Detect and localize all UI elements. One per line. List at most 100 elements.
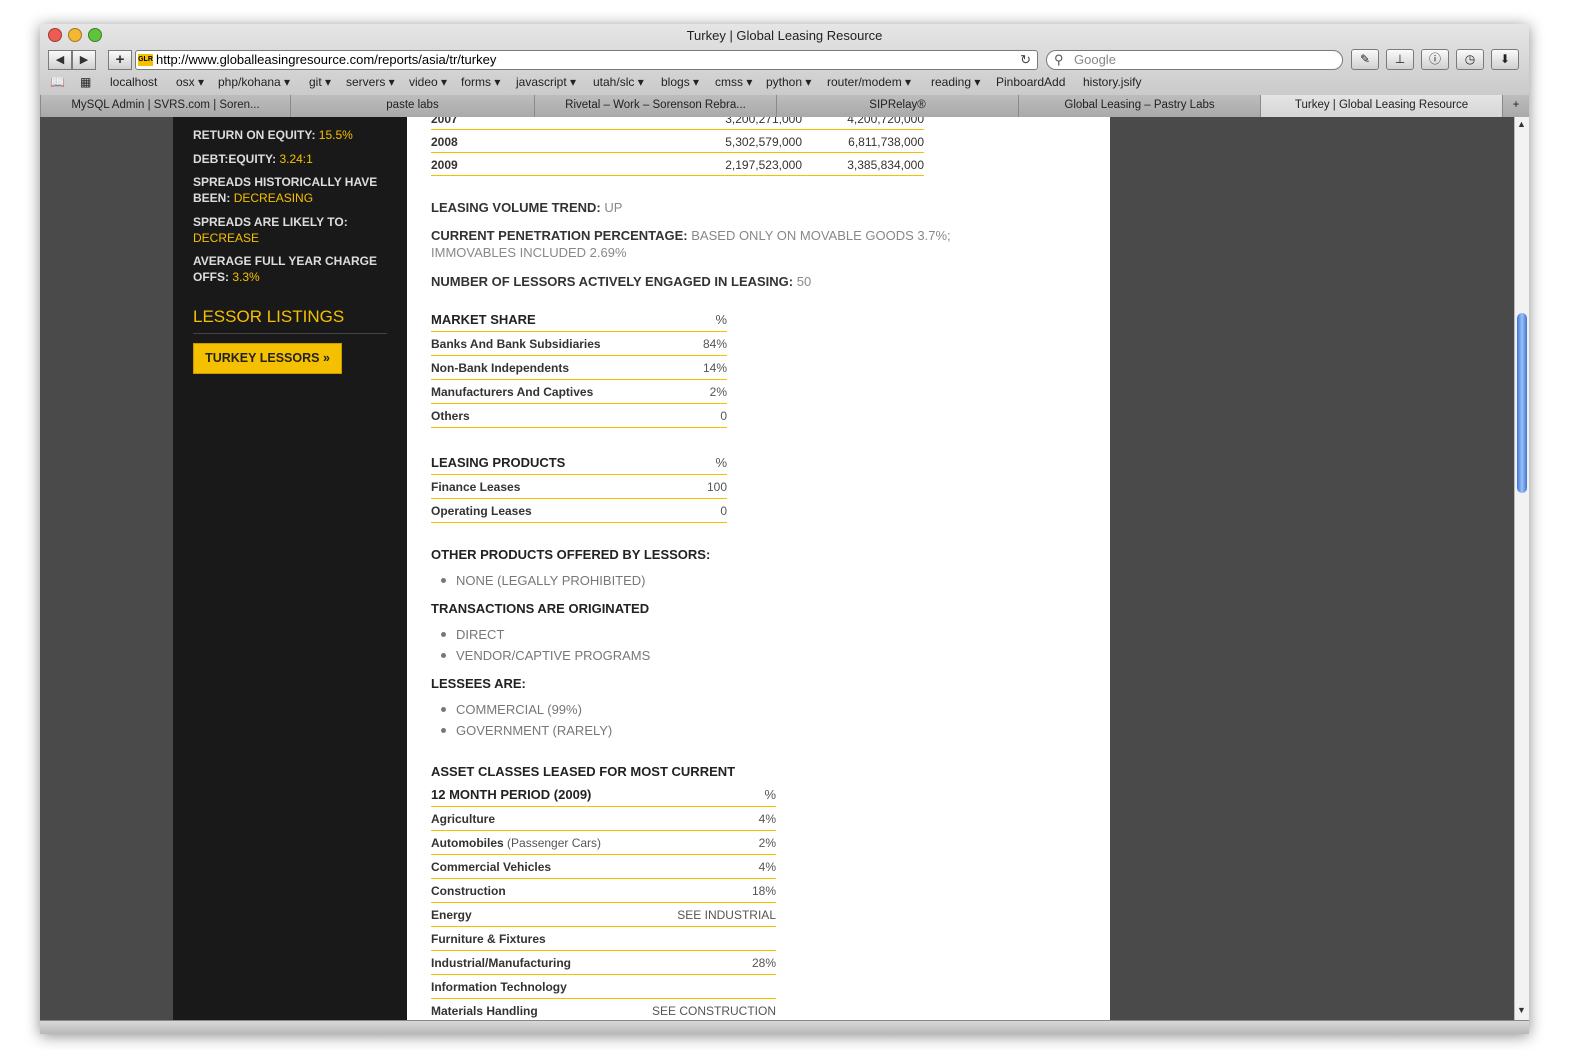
row-label: Materials Handling <box>431 1004 538 1018</box>
table-row: Construction 18% <box>431 879 776 903</box>
list-item-text: NONE (LEGALLY PROHIBITED) <box>456 573 646 588</box>
scroll-down-icon[interactable]: ▼ <box>1517 1005 1526 1015</box>
vertical-scrollbar[interactable]: ▲ ▼ <box>1514 117 1529 1020</box>
row-value: 4% <box>758 812 776 826</box>
url-text[interactable]: http://www.globalleasingresource.com/rep… <box>156 51 496 69</box>
url-input[interactable]: GLR http://www.globalleasingresource.com… <box>135 50 1038 70</box>
browser-chrome: Turkey | Global Leasing Resource ◀ ▶ + G… <box>40 24 1529 117</box>
volume-value-b: 4,200,720,000 <box>847 117 924 126</box>
penetration-label: CURRENT PENETRATION PERCENTAGE: <box>431 228 688 243</box>
clock-icon: ◷ <box>1464 52 1476 66</box>
add-bookmark-button[interactable]: + <box>108 50 132 70</box>
downloads-button[interactable]: ⬇ <box>1491 49 1519 70</box>
main-content: 2007 3,200,271,000 4,200,720,000 2008 5,… <box>407 117 1110 1020</box>
volume-year: 2009 <box>431 158 458 172</box>
bookmark-item[interactable]: localhost <box>110 75 157 89</box>
window-title: Turkey | Global Leasing Resource <box>686 28 883 43</box>
tab-rivetal[interactable]: Rivetal – Work – Sorenson Rebra... <box>534 95 776 117</box>
charge-offs-label: AVERAGE FULL YEAR CHARGE OFFS: <box>193 254 378 284</box>
bookmark-item[interactable]: PinboardAdd <box>996 75 1065 89</box>
bookmark-item[interactable]: utah/slc ▾ <box>593 75 644 89</box>
row-label: Others <box>431 409 470 423</box>
row-value: SEE INDUSTRIAL <box>677 908 776 922</box>
lessors-count: NUMBER OF LESSORS ACTIVELY ENGAGED IN LE… <box>431 273 1051 290</box>
download-icon: ⬇ <box>1499 52 1511 66</box>
tab-turkey[interactable]: Turkey | Global Leasing Resource <box>1260 95 1502 117</box>
spreads-likely-value: DECREASE <box>193 231 260 245</box>
bookmark-item[interactable]: reading ▾ <box>931 75 980 89</box>
bookmark-item[interactable]: router/modem ▾ <box>827 75 911 89</box>
history-button[interactable]: ◷ <box>1456 49 1484 70</box>
edit-tools-button[interactable]: ✎ <box>1351 49 1379 70</box>
volume-value-b: 6,811,738,000 <box>848 135 924 149</box>
bookmark-item[interactable]: history.jsify <box>1083 75 1141 89</box>
table-row: Manufacturers And Captives 2% <box>431 380 727 404</box>
volume-year: 2007 <box>431 117 458 126</box>
forward-button[interactable]: ▶ <box>72 50 96 70</box>
bookmark-item[interactable]: cmss ▾ <box>715 75 752 89</box>
asset-classes-pct: % <box>764 787 776 802</box>
turkey-lessors-button[interactable]: TURKEY LESSORS » <box>193 343 342 374</box>
table-row: Information Technology <box>431 975 776 999</box>
scroll-thumb[interactable] <box>1517 313 1527 493</box>
back-button[interactable]: ◀ <box>48 50 72 70</box>
trend-value: UP <box>604 200 623 215</box>
bookmark-item[interactable]: osx ▾ <box>176 75 204 89</box>
bookmark-item[interactable]: python ▾ <box>766 75 811 89</box>
volume-value-a: 3,200,271,000 <box>725 117 802 126</box>
row-value: 28% <box>751 956 776 970</box>
tab-siprelay[interactable]: SIPRelay® <box>776 95 1018 117</box>
spreads-hist-value: DECREASING <box>233 191 314 205</box>
bookmark-item[interactable]: javascript ▾ <box>516 75 576 89</box>
browser-window: Turkey | Global Leasing Resource ◀ ▶ + G… <box>40 24 1529 1034</box>
tab-paste-labs[interactable]: paste labs <box>290 95 534 117</box>
bookmark-item[interactable]: php/kohana ▾ <box>218 75 290 89</box>
leasing-volume-trend: LEASING VOLUME TREND: UP <box>431 199 1051 216</box>
charge-offs-value: 3.3% <box>232 270 260 284</box>
table-row: Materials Handling SEE CONSTRUCTION <box>431 999 776 1020</box>
tab-mysql-admin[interactable]: MySQL Admin | SVRS.com | Soren... <box>40 95 290 117</box>
volume-value-b: 3,385,834,000 <box>847 158 924 172</box>
row-label: Industrial/Manufacturing <box>431 956 572 970</box>
table-row: Operating Leases 0 <box>431 499 727 523</box>
volume-value-a: 5,302,579,000 <box>725 135 802 149</box>
penetration-percentage: CURRENT PENETRATION PERCENTAGE: BASED ON… <box>431 227 991 261</box>
top-sites-icon[interactable]: ▦ <box>80 75 91 89</box>
spreads-likely-label: SPREADS ARE LIKELY TO: <box>193 215 348 229</box>
row-value: 2% <box>758 836 776 850</box>
other-products-heading: OTHER PRODUCTS OFFERED BY LESSORS: <box>431 547 711 562</box>
info-button[interactable]: ⓘ <box>1421 49 1449 70</box>
volume-row: 2007 3,200,271,000 4,200,720,000 <box>431 117 924 130</box>
row-label: Operating Leases <box>431 504 532 518</box>
bookmark-item[interactable]: video ▾ <box>409 75 447 89</box>
reading-list-icon[interactable]: 📖 <box>50 75 65 89</box>
lessors-label: NUMBER OF LESSORS ACTIVELY ENGAGED IN LE… <box>431 274 794 289</box>
search-input[interactable]: ⚲ Google <box>1046 50 1343 70</box>
table-row: Furniture & Fixtures <box>431 927 776 951</box>
row-value: 84% <box>702 337 727 351</box>
tab-global-leasing[interactable]: Global Leasing – Pastry Labs <box>1018 95 1260 117</box>
tab-bar: MySQL Admin | SVRS.com | Soren... paste … <box>40 95 1529 117</box>
reload-icon[interactable]: ↻ <box>1020 51 1031 69</box>
pin-button[interactable]: ⊥ <box>1386 49 1414 70</box>
row-value: 100 <box>706 480 727 494</box>
table-row: Others 0 <box>431 404 727 428</box>
row-label: Manufacturers And Captives <box>431 385 594 399</box>
search-icon: ⚲ <box>1054 52 1064 67</box>
row-value: 14% <box>702 361 727 375</box>
bookmark-item[interactable]: git ▾ <box>309 75 331 89</box>
row-value: 0 <box>720 409 727 423</box>
leasing-products-title: LEASING PRODUCTS <box>431 455 566 470</box>
new-tab-button[interactable]: + <box>1502 95 1529 117</box>
volume-value-a: 2,197,523,000 <box>725 158 802 172</box>
lessors-value: 50 <box>796 274 812 289</box>
row-label: Energy <box>431 908 472 922</box>
bookmark-item[interactable]: servers ▾ <box>346 75 395 89</box>
bookmark-item[interactable]: forms ▾ <box>461 75 500 89</box>
scroll-up-icon[interactable]: ▲ <box>1517 119 1526 129</box>
bookmark-item[interactable]: blogs ▾ <box>661 75 699 89</box>
transactions-heading: TRANSACTIONS ARE ORIGINATED <box>431 601 650 616</box>
table-row: Automobiles (Passenger Cars) 2% <box>431 831 776 855</box>
roe-stat: RETURN ON EQUITY: 15.5% <box>193 127 393 143</box>
pin-icon: ⊥ <box>1394 52 1406 66</box>
